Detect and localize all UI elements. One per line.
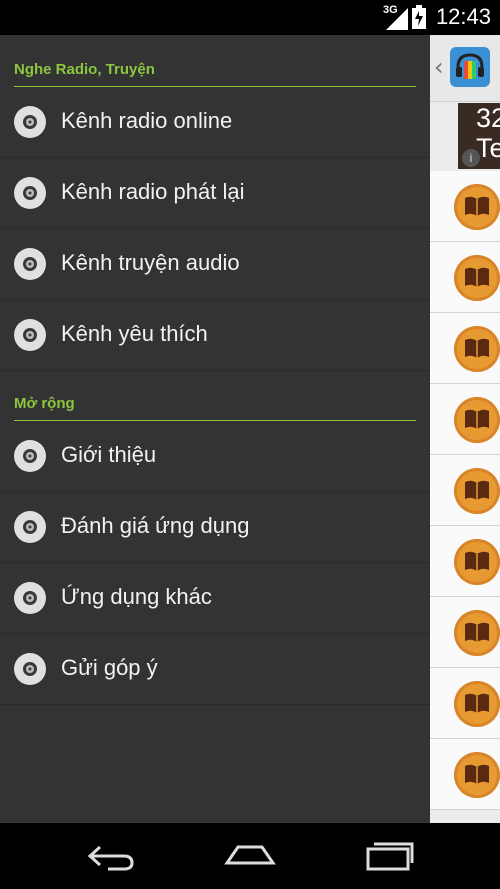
book-icon — [454, 397, 500, 443]
section-header-radio: Nghe Radio, Truyện — [14, 56, 416, 87]
book-icon — [454, 681, 500, 727]
section-title: Mở rộng — [14, 395, 75, 412]
menu-item-label: Kênh truyện audio — [61, 250, 240, 275]
disc-icon — [14, 177, 46, 209]
disc-icon — [14, 319, 46, 351]
section-title: Nghe Radio, Truyện — [14, 61, 155, 78]
menu-item-rate-app[interactable]: Đánh giá ứng dụng — [0, 492, 430, 563]
book-icon — [454, 468, 500, 514]
navigation-drawer: Nghe Radio, Truyện Kênh radio online Kên… — [0, 35, 430, 823]
list-item[interactable] — [430, 739, 500, 810]
home-icon[interactable] — [224, 839, 276, 873]
list-item[interactable] — [430, 384, 500, 455]
menu-item-label: Kênh radio online — [61, 108, 233, 133]
background-action-bar[interactable]: ‹ — [430, 35, 500, 102]
list-item[interactable] — [430, 455, 500, 526]
menu-item-radio-replay[interactable]: Kênh radio phát lại — [0, 158, 430, 229]
disc-icon — [14, 511, 46, 543]
disc-icon — [14, 248, 46, 280]
menu-item-label: Đánh giá ứng dụng — [61, 513, 250, 538]
disc-icon — [14, 582, 46, 614]
menu-item-favorites[interactable]: Kênh yêu thích — [0, 300, 430, 371]
banner-line-1: 32 — [476, 103, 500, 133]
menu-item-label: Gửi góp ý — [61, 655, 158, 680]
back-icon[interactable] — [86, 839, 136, 873]
navigation-bar — [0, 823, 500, 889]
list-item[interactable] — [430, 242, 500, 313]
book-icon — [454, 752, 500, 798]
ad-banner[interactable]: 32 Te i — [458, 103, 500, 169]
menu-item-label: Kênh yêu thích — [61, 321, 208, 346]
list-item[interactable] — [430, 526, 500, 597]
menu-item-other-apps[interactable]: Ứng dụng khác — [0, 563, 430, 634]
background-app[interactable]: ‹ 32 Te i — [430, 35, 500, 823]
status-bar: 3G 12:43 — [0, 0, 500, 35]
clock: 12:43 — [435, 4, 491, 29]
menu-item-feedback[interactable]: Gửi góp ý — [0, 634, 430, 705]
menu-item-label: Kênh radio phát lại — [61, 179, 245, 204]
disc-icon — [14, 653, 46, 685]
list-item[interactable] — [430, 668, 500, 739]
book-icon — [454, 610, 500, 656]
section-header-more: Mở rộng — [14, 390, 416, 421]
menu-item-label: Ứng dụng khác — [61, 584, 212, 609]
menu-item-audio-stories[interactable]: Kênh truyện audio — [0, 229, 430, 300]
app-logo-icon — [450, 47, 490, 87]
list-item[interactable] — [430, 597, 500, 668]
recents-icon[interactable] — [364, 839, 416, 873]
book-icon — [454, 326, 500, 372]
signal-icon — [386, 8, 408, 30]
battery-icon — [412, 5, 426, 29]
list-item[interactable] — [430, 171, 500, 242]
list-item[interactable] — [430, 313, 500, 384]
menu-item-radio-online[interactable]: Kênh radio online — [0, 87, 430, 158]
book-icon — [454, 184, 500, 230]
drawer-caret-icon: ‹ — [434, 53, 444, 81]
menu-item-label: Giới thiệu — [61, 442, 157, 467]
disc-icon — [14, 106, 46, 138]
book-icon — [454, 539, 500, 585]
menu-item-about[interactable]: Giới thiệu — [0, 421, 430, 492]
info-icon[interactable]: i — [462, 149, 480, 167]
book-icon — [454, 255, 500, 301]
disc-icon — [14, 440, 46, 472]
